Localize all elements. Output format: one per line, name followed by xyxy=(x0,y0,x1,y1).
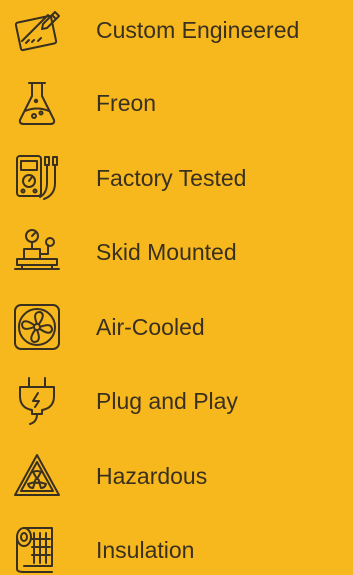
feature-item-air-cooled: Air-Cooled xyxy=(0,302,353,352)
feature-label: Insulation xyxy=(96,537,195,563)
feature-list: Custom Engineered Freon Factory Tested S… xyxy=(0,0,353,573)
pressure-gauge-skid-icon xyxy=(12,227,62,277)
feature-item-plug-and-play: Plug and Play xyxy=(0,376,353,426)
feature-item-skid-mounted: Skid Mounted xyxy=(0,227,353,277)
feature-item-freon: Freon xyxy=(0,78,353,128)
feature-item-factory-tested: Factory Tested xyxy=(0,153,353,203)
plug-icon xyxy=(12,376,62,426)
hazard-warning-icon xyxy=(12,451,62,501)
feature-item-hazardous: Hazardous xyxy=(0,451,353,501)
feature-label: Hazardous xyxy=(96,463,208,489)
feature-label: Factory Tested xyxy=(96,165,247,191)
ruler-pencil-icon xyxy=(12,5,62,55)
feature-label: Freon xyxy=(96,90,157,116)
feature-label: Custom Engineered xyxy=(96,17,300,43)
multimeter-icon xyxy=(12,153,62,203)
feature-item-insulation: Insulation xyxy=(0,525,353,575)
insulation-roll-icon xyxy=(12,525,62,575)
fan-icon xyxy=(12,302,62,352)
feature-label: Skid Mounted xyxy=(96,239,237,265)
feature-item-custom-engineered: Custom Engineered xyxy=(0,5,353,55)
feature-label: Air-Cooled xyxy=(96,314,205,340)
flask-icon xyxy=(12,78,62,128)
feature-label: Plug and Play xyxy=(96,388,238,414)
